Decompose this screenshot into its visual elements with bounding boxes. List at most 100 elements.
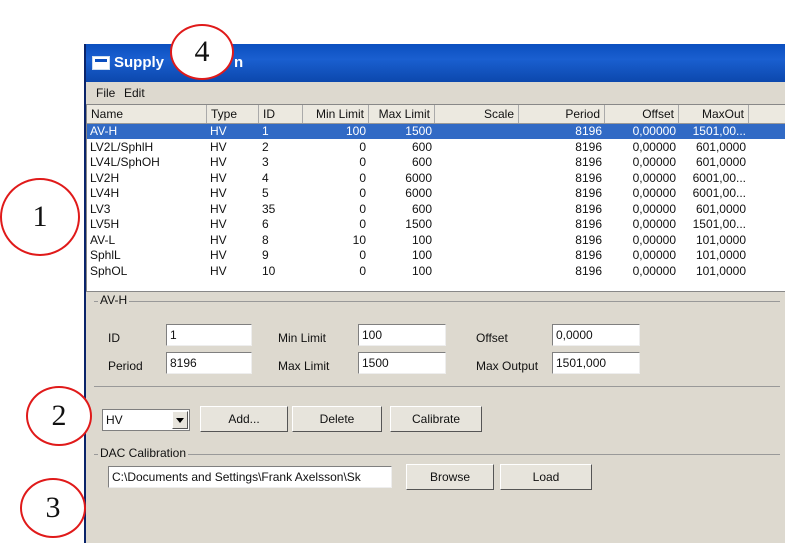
table-cell: 35 — [262, 201, 276, 216]
col-header-id[interactable]: ID — [259, 105, 303, 123]
offset-label: Offset — [476, 331, 508, 345]
max-limit-label: Max Limit — [278, 359, 330, 373]
table-cell: 0 — [359, 201, 366, 216]
table-cell: 10 — [352, 232, 366, 247]
table-cell: 6001,00... — [692, 186, 746, 200]
table-cell: 1501,00... — [692, 217, 746, 231]
table-cell: 100 — [345, 124, 366, 138]
offset-field[interactable]: 0,0000 — [552, 324, 640, 346]
col-header-scale[interactable]: Scale — [435, 105, 519, 123]
menu-edit[interactable]: Edit — [124, 86, 145, 100]
table-cell: LV2H — [90, 170, 120, 185]
table-cell: 8196 — [575, 155, 602, 169]
dac-group-label: DAC Calibration — [98, 446, 189, 460]
col-header-name[interactable]: Name — [87, 105, 207, 123]
table-cell — [435, 248, 519, 263]
table-cell: 4 — [262, 170, 269, 185]
table-cell: 0 — [359, 139, 366, 154]
table-row[interactable]: AV-H HV 1 100 1500 8196 0,00000 1501,00... — [87, 124, 785, 139]
col-header-offset[interactable]: Offset — [605, 105, 679, 123]
table-cell: HV — [210, 263, 227, 278]
table-row[interactable]: LV2L/SphlH HV 2 0 600 8196 0,00000 601,0000 — [87, 140, 785, 155]
id-field[interactable]: 1 — [166, 324, 252, 346]
table-cell: 600 — [411, 139, 432, 154]
table-cell: 0,00000 — [632, 186, 676, 200]
table-cell: 100 — [411, 263, 432, 278]
id-label: ID — [108, 331, 120, 345]
table-cell: 101,0000 — [695, 232, 746, 247]
table-cell: HV — [210, 124, 227, 138]
col-header-max-limit[interactable]: Max Limit — [369, 105, 435, 123]
col-header-period[interactable]: Period — [519, 105, 605, 123]
table-cell: 101,0000 — [695, 263, 746, 278]
add-button[interactable]: Add... — [200, 406, 288, 432]
table-cell: 1500 — [405, 124, 432, 138]
dac-path-field[interactable]: C:\Documents and Settings\Frank Axelsson… — [108, 466, 392, 488]
table-cell: LV5H — [90, 217, 120, 231]
table-cell: 8196 — [575, 263, 602, 278]
table-cell: 1501,00... — [692, 124, 746, 138]
dac-group-border — [94, 454, 780, 455]
list-header: Name Type ID Min Limit Max Limit Scale P… — [87, 105, 785, 124]
callout-1: 1 — [0, 178, 80, 256]
table-row[interactable]: SphOL HV 10 0 100 8196 0,00000 101,0000 — [87, 264, 785, 279]
table-cell: 100 — [411, 232, 432, 247]
browse-button[interactable]: Browse — [406, 464, 494, 490]
supply-list[interactable]: Name Type ID Min Limit Max Limit Scale P… — [86, 104, 785, 292]
table-cell — [435, 264, 519, 279]
table-cell: 9 — [262, 248, 269, 262]
table-row[interactable]: LV2H HV 4 0 6000 8196 0,00000 6001,00... — [87, 171, 785, 186]
window-title: Supply — [114, 54, 165, 71]
table-cell: 100 — [411, 248, 432, 262]
table-cell: 8196 — [575, 201, 602, 216]
period-field[interactable]: 8196 — [166, 352, 252, 374]
min-limit-field[interactable]: 100 — [358, 324, 446, 346]
type-select[interactable]: HV — [102, 409, 190, 431]
table-cell: AV-L — [90, 232, 116, 247]
max-output-field[interactable]: 1501,000 — [552, 352, 640, 374]
table-cell: 8196 — [575, 170, 602, 185]
table-row[interactable]: LV3 HV 35 0 600 8196 0,00000 601,0000 — [87, 202, 785, 217]
table-cell: 1500 — [405, 217, 432, 231]
chevron-down-icon[interactable] — [172, 411, 188, 429]
table-cell — [435, 171, 519, 186]
min-limit-label: Min Limit — [278, 331, 327, 345]
col-header-maxout[interactable]: MaxOut — [679, 105, 749, 123]
table-cell: SphlL — [90, 248, 121, 262]
col-header-min-limit[interactable]: Min Limit — [303, 105, 369, 123]
table-cell: 1 — [262, 124, 269, 138]
table-cell: LV4H — [90, 186, 120, 200]
details-group-border — [94, 301, 780, 302]
menu-file[interactable]: File — [96, 86, 115, 100]
table-cell: 0 — [359, 248, 366, 262]
col-header-type[interactable]: Type — [207, 105, 259, 123]
table-cell — [435, 233, 519, 248]
table-row[interactable]: AV-L HV 8 10 100 8196 0,00000 101,0000 — [87, 233, 785, 248]
table-cell: 8 — [262, 232, 269, 247]
table-row[interactable]: SphlL HV 9 0 100 8196 0,00000 101,0000 — [87, 248, 785, 263]
callout-4: 4 — [170, 24, 234, 80]
table-cell: 6 — [262, 217, 269, 231]
calibrate-button[interactable]: Calibrate — [390, 406, 482, 432]
table-row[interactable]: LV5H HV 6 0 1500 8196 0,00000 1501,00... — [87, 217, 785, 232]
table-cell: 8196 — [575, 248, 602, 262]
table-cell: AV-H — [90, 124, 118, 138]
callout-2: 2 — [26, 386, 92, 446]
table-cell: 0 — [359, 263, 366, 278]
table-cell: 601,0000 — [695, 201, 746, 216]
delete-button[interactable]: Delete — [292, 406, 382, 432]
max-limit-field[interactable]: 1500 — [358, 352, 446, 374]
app-icon — [92, 56, 110, 70]
table-cell: 2 — [262, 139, 269, 154]
table-cell — [435, 186, 519, 201]
callout-3: 3 — [20, 478, 86, 538]
supply-window: Supply n File Edit Name Type ID Min Limi… — [84, 44, 785, 543]
table-cell — [435, 202, 519, 217]
table-row[interactable]: LV4L/SphOH HV 3 0 600 8196 0,00000 601,0000 — [87, 155, 785, 170]
table-cell: 600 — [411, 201, 432, 216]
table-cell: HV — [210, 217, 227, 231]
table-cell: 601,0000 — [695, 155, 746, 169]
table-row[interactable]: LV4H HV 5 0 6000 8196 0,00000 6001,00... — [87, 186, 785, 201]
load-button[interactable]: Load — [500, 464, 592, 490]
table-cell: 6000 — [405, 186, 432, 200]
